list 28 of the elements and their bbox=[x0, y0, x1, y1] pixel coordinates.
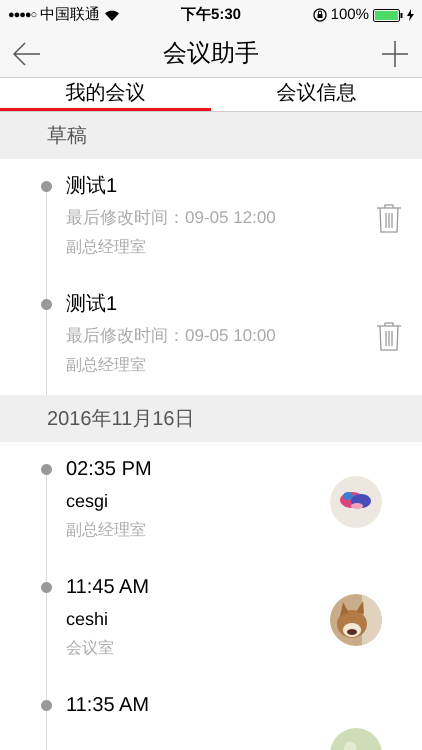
room-name: 副总经理室 bbox=[66, 238, 147, 258]
meeting-time: 02:35 PM bbox=[66, 457, 153, 482]
charging-icon bbox=[407, 9, 414, 21]
rotation-lock-icon bbox=[312, 8, 327, 22]
signal-strength: ●●●●○ bbox=[8, 8, 36, 23]
status-time: 下午5:30 bbox=[180, 4, 242, 25]
organizer-name: cesgi bbox=[66, 490, 110, 512]
wifi-icon bbox=[104, 9, 120, 21]
section-header: 草稿 bbox=[47, 124, 87, 148]
tab[interactable]: 会议信息 bbox=[211, 78, 422, 111]
delete-button[interactable] bbox=[376, 321, 402, 351]
room-name: 会议室 bbox=[66, 638, 115, 659]
meeting-time: 11:45 AM bbox=[66, 575, 150, 600]
draft-title: 测试1 bbox=[66, 292, 118, 317]
battery-icon bbox=[373, 8, 403, 22]
add-button[interactable] bbox=[380, 38, 410, 68]
room-name: 副总经理室 bbox=[66, 520, 147, 541]
room-name: 副总经理室 bbox=[66, 356, 147, 376]
modified-time: 最后修改时间：09-05 12:00 bbox=[66, 207, 277, 229]
section-header: 2016年11月16日 bbox=[47, 406, 194, 432]
organizer-name: ceshi bbox=[66, 608, 110, 630]
draft-title: 测试1 bbox=[66, 174, 118, 199]
carrier-name: 中国联通 bbox=[40, 4, 100, 25]
modified-time: 最后修改时间：09-05 10:00 bbox=[66, 325, 277, 347]
delete-button[interactable] bbox=[376, 203, 402, 233]
page-title: 会议助手 bbox=[163, 38, 259, 68]
battery-percent: 100% bbox=[330, 4, 369, 25]
meeting-time: 11:35 AM bbox=[66, 693, 150, 718]
